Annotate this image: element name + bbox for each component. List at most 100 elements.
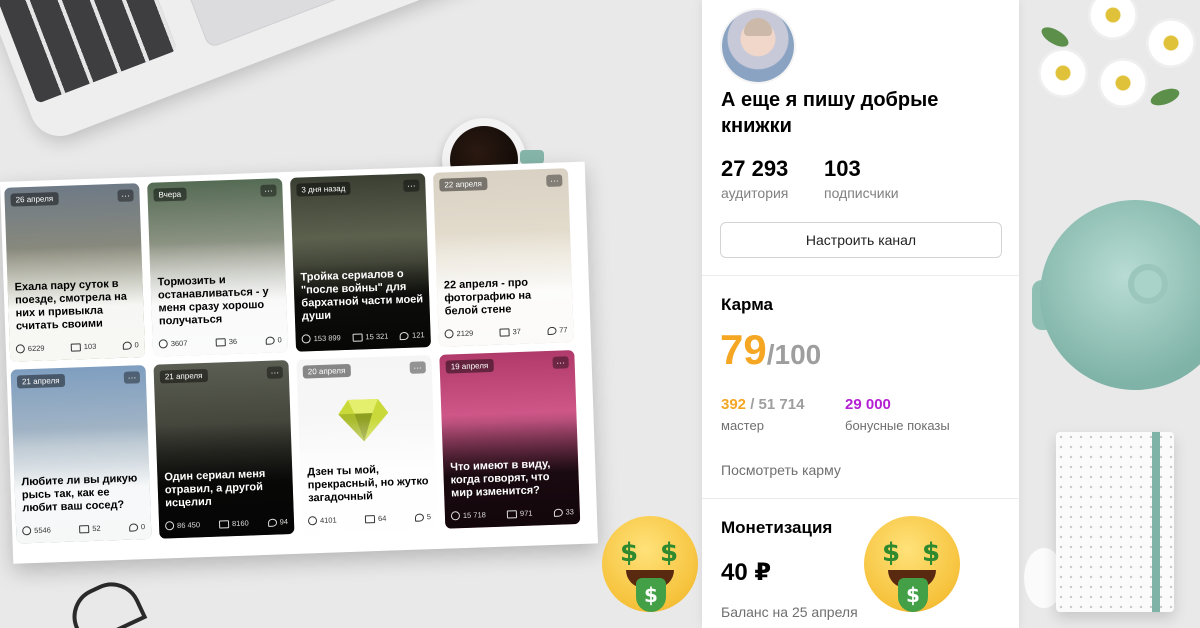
reads-icon [506, 509, 518, 519]
views-icon [15, 344, 25, 354]
audience-value: 27 293 [721, 156, 789, 181]
more-menu-icon[interactable]: … [260, 183, 277, 197]
divider [702, 275, 1019, 276]
reads-count: 36 [228, 336, 238, 347]
more-menu-icon[interactable]: … [552, 355, 569, 369]
subscribers-value: 103 [824, 156, 861, 181]
date-badge: 22 апреля [439, 177, 488, 192]
comments-count: 0 [134, 340, 139, 350]
master-stat: 392 / 51 714 [721, 396, 804, 413]
article-card[interactable]: 3 дня назад … Тройка сериалов о "после в… [290, 173, 432, 352]
article-card[interactable]: 19 апреля … Что имеют в виду, когда гово… [439, 350, 581, 529]
teapot-lid [1128, 264, 1168, 304]
article-title: Ехала пару суток в поезде, смотрела на н… [14, 277, 128, 333]
views-count: 2129 [456, 328, 474, 339]
karma-value: 79 [720, 326, 767, 373]
article-title: Что имеют в виду, когда говорят, что мир… [450, 457, 551, 500]
date-badge: 3 дня назад [296, 181, 351, 197]
reads-icon [364, 514, 376, 523]
view-karma-link[interactable]: Посмотреть карму [721, 462, 841, 478]
views-icon [450, 511, 461, 521]
more-menu-icon[interactable]: … [546, 174, 563, 187]
laptop-photo [0, 0, 528, 145]
views-count: 3607 [170, 338, 188, 349]
comments-count: 0 [140, 522, 146, 532]
audience-label: аудитория [721, 185, 789, 201]
channel-panel: А еще я пишу добрые книжки 27 293 аудито… [702, 0, 1019, 628]
comments-icon [399, 331, 410, 340]
article-card[interactable]: 21 апреля … Один сериал меня отравил, а … [153, 360, 295, 539]
money-mouth-emoji-icon: $ $ $ [864, 516, 960, 612]
master-value: 392 [721, 396, 747, 413]
comments-count: 33 [565, 507, 575, 517]
more-menu-icon[interactable]: … [409, 360, 426, 374]
views-icon [164, 521, 175, 531]
reads-count: 37 [512, 326, 522, 337]
reads-icon [79, 524, 90, 533]
comments-count: 77 [559, 325, 568, 335]
date-badge: Вчера [153, 187, 187, 202]
configure-channel-button[interactable]: Настроить канал [720, 222, 1002, 258]
subscribers-label: подписчики [824, 185, 899, 201]
comments-icon [128, 522, 139, 532]
laptop-keyboard [0, 0, 178, 104]
karma-score: 79/100 [720, 326, 821, 374]
bonus-value: 29 000 [845, 396, 891, 413]
article-card[interactable]: 21 апреля … Любите ли вы дикую рысь так,… [10, 365, 152, 544]
notebook [1056, 432, 1174, 612]
karma-max: /100 [766, 339, 822, 370]
article-title: Один сериал меня отравил, а другой исцел… [164, 467, 266, 510]
views-count: 4101 [319, 515, 337, 526]
article-title: Дзен ты мой, прекрасный, но жутко загадо… [307, 463, 429, 505]
reads-icon [499, 327, 510, 337]
reads-icon [218, 519, 230, 529]
article-card[interactable]: Вчера … Тормозить и останавливаться - у … [147, 178, 289, 357]
views-count: 6229 [27, 343, 45, 354]
views-icon [301, 334, 311, 344]
more-menu-icon[interactable]: … [403, 178, 420, 192]
comments-icon [414, 512, 424, 522]
date-badge: 21 апреля [16, 373, 65, 389]
more-menu-icon[interactable]: … [117, 188, 134, 202]
comments-icon [122, 341, 132, 350]
flowers-decoration [1030, 0, 1200, 140]
comments-count: 0 [277, 335, 282, 345]
article-card[interactable]: 20 апреля … Дзен ты мой, прекрасный, но … [296, 355, 438, 534]
article-title: 22 апреля - про фотографию на белой стен… [443, 276, 532, 318]
laptop-touchpad [162, 0, 368, 49]
reads-count: 103 [83, 341, 97, 352]
more-menu-icon[interactable]: … [266, 365, 284, 379]
comments-icon [267, 518, 277, 527]
article-grid: 26 апреля … Ехала пару суток в поезде, с… [4, 168, 581, 544]
article-card[interactable]: 26 апреля … Ехала пару суток в поезде, с… [4, 183, 146, 362]
date-badge: 20 апреля [302, 363, 351, 379]
comments-icon [547, 326, 557, 335]
views-count: 5546 [34, 525, 52, 536]
date-badge: 19 апреля [445, 358, 494, 374]
divider [702, 498, 1019, 499]
article-card[interactable]: 22 апреля … 22 апреля - про фотографию н… [432, 168, 574, 347]
subscribers-stat[interactable]: 103 подписчики [824, 156, 899, 201]
karma-heading: Карма [721, 295, 774, 314]
comments-icon [553, 508, 563, 517]
views-icon [158, 339, 168, 349]
comments-icon [265, 336, 275, 345]
reads-icon [215, 337, 226, 347]
reads-count: 15 321 [365, 331, 389, 342]
comments-count: 121 [411, 330, 425, 340]
article-title: Тормозить и останавливаться - у меня сра… [157, 274, 269, 328]
views-icon [307, 516, 318, 526]
coffee-cup-handle [520, 150, 544, 164]
reads-count: 971 [519, 508, 533, 519]
reads-icon [70, 342, 81, 352]
teapot [1040, 200, 1200, 390]
reads-count: 64 [377, 513, 387, 524]
monetization-heading: Монетизация [721, 518, 833, 537]
more-menu-icon[interactable]: … [123, 370, 141, 384]
views-count: 153 899 [313, 333, 341, 344]
reads-count: 8160 [231, 518, 249, 529]
avatar[interactable] [722, 10, 794, 82]
date-badge: 26 апреля [10, 191, 59, 207]
reads-count: 52 [92, 523, 101, 533]
channel-name[interactable]: А еще я пишу добрые книжки [721, 87, 1001, 139]
